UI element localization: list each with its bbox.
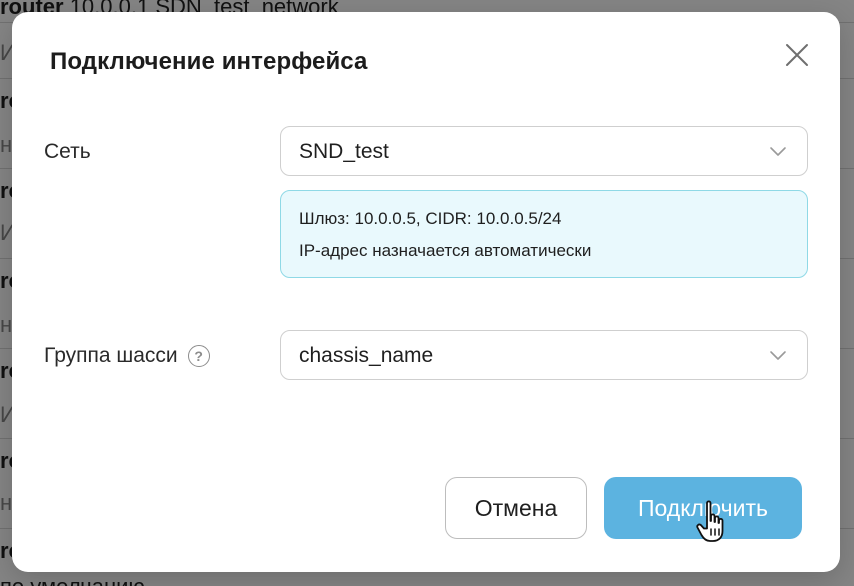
question-circle-icon[interactable]: ? bbox=[187, 345, 210, 367]
connect-button[interactable]: Подключить bbox=[604, 477, 802, 539]
chassis-group-select[interactable]: chassis_name bbox=[280, 330, 808, 380]
close-button[interactable] bbox=[784, 42, 810, 68]
gateway-cidr-text: Шлюз: 10.0.0.5, CIDR: 10.0.0.5/24 bbox=[299, 209, 562, 228]
network-label: Сеть bbox=[44, 140, 91, 163]
close-icon bbox=[786, 44, 808, 66]
dialog-title: Подключение интерфейса bbox=[50, 48, 368, 75]
chevron-down-icon bbox=[769, 144, 787, 158]
ip-assignment-text: IP-адрес назначается автоматически bbox=[299, 241, 592, 260]
connect-interface-dialog: Подключение интерфейса Сеть SND_test Шлю… bbox=[12, 12, 840, 572]
cancel-button[interactable]: Отмена bbox=[445, 477, 587, 539]
network-select[interactable]: SND_test bbox=[280, 126, 808, 176]
chassis-group-select-value: chassis_name bbox=[299, 344, 434, 367]
chevron-down-icon bbox=[769, 348, 787, 362]
chassis-group-label: Группа шасси bbox=[44, 344, 178, 367]
network-info-box: Шлюз: 10.0.0.5, CIDR: 10.0.0.5/24 IP-адр… bbox=[280, 190, 808, 278]
chassis-group-label-row: Группа шасси ? bbox=[44, 344, 210, 368]
network-select-value: SND_test bbox=[299, 140, 389, 163]
